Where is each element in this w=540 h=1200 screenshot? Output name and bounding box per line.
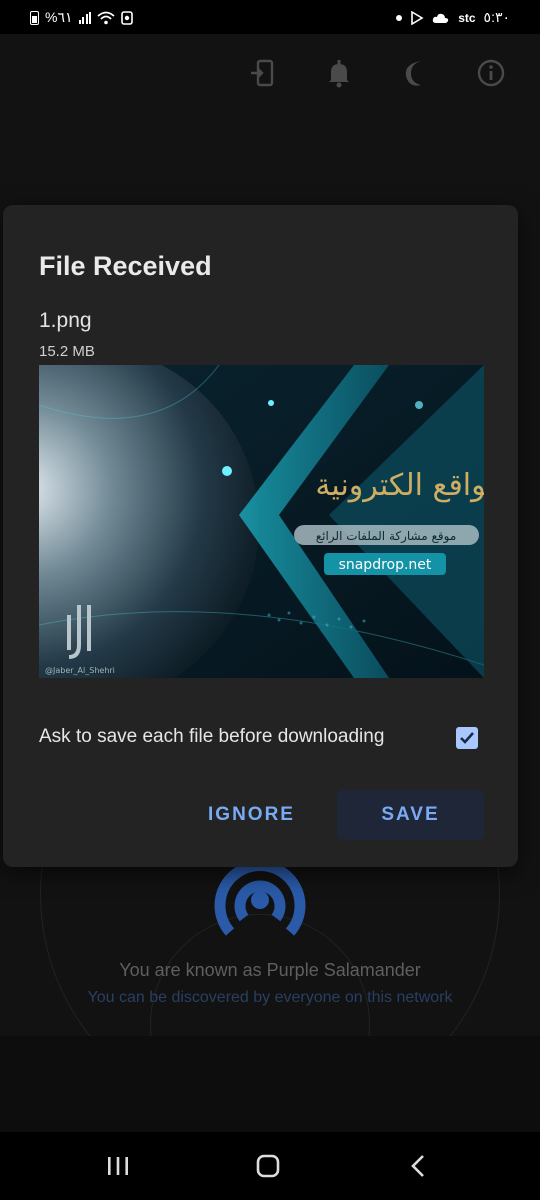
back-icon[interactable] <box>404 1154 434 1178</box>
preview-handle: @Jaber_Al_Shehri <box>45 666 115 675</box>
preview-arabic-subtitle: موقع مشاركة الملفات الرائع <box>316 529 457 544</box>
footer-band <box>0 1036 540 1132</box>
top-toolbar <box>248 58 506 88</box>
moon-icon[interactable] <box>400 58 430 88</box>
info-icon[interactable] <box>476 58 506 88</box>
dialog-title: File Received <box>39 251 212 281</box>
preview-site-label: snapdrop.net <box>339 557 432 573</box>
ask-before-download-checkbox[interactable] <box>456 727 478 749</box>
home-icon[interactable] <box>253 1154 283 1178</box>
screenshot-icon <box>121 10 133 25</box>
ignore-button[interactable]: IGNORE <box>189 790 314 840</box>
device-name-label: You are known as Purple Salamander <box>119 960 421 980</box>
notification-dot-icon <box>396 14 403 21</box>
status-left: %٦١ <box>30 9 133 26</box>
cloud-icon <box>433 13 449 23</box>
preview-artwork: مواقع الكترونية موقع مشاركة الملفات الرا… <box>39 365 484 678</box>
system-nav-bar <box>0 1132 540 1200</box>
ask-before-download-label: Ask to save each file before downloading <box>39 726 385 747</box>
file-size: 15.2 MB <box>39 343 95 360</box>
preview-arabic-title: مواقع الكترونية <box>315 468 484 503</box>
checkmark-icon <box>460 732 474 744</box>
file-received-dialog: File Received 1.png 15.2 MB مواقع الكترو… <box>3 205 518 867</box>
wifi-icon <box>97 11 115 24</box>
battery-icon <box>30 10 39 25</box>
discoverable-label[interactable]: You can be discovered by everyone on thi… <box>0 989 540 1007</box>
carrier-label: stc <box>458 10 476 25</box>
signal-icon <box>78 11 91 24</box>
save-button[interactable]: SAVE <box>337 790 484 840</box>
bell-icon[interactable] <box>324 58 354 88</box>
battery-percent: %٦١ <box>45 9 73 25</box>
clock: ٥:٣٠ <box>483 9 510 25</box>
status-right: stc ٥:٣٠ <box>396 9 510 26</box>
image-preview: مواقع الكترونية موقع مشاركة الملفات الرا… <box>39 365 484 678</box>
play-store-icon <box>411 10 424 25</box>
file-name: 1.png <box>39 309 92 332</box>
broadcast-icon[interactable] <box>210 854 310 944</box>
recent-apps-icon[interactable] <box>103 1154 133 1178</box>
status-bar: %٦١ stc ٥:٣٠ <box>0 0 540 34</box>
install-app-icon[interactable] <box>248 58 278 88</box>
